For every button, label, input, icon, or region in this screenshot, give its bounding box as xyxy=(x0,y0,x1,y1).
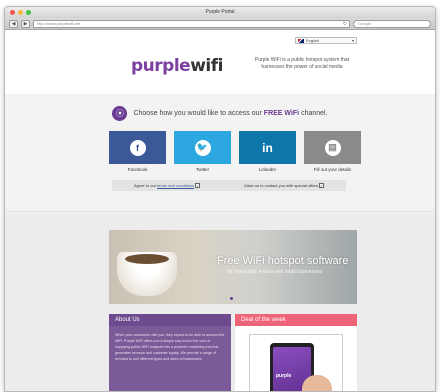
deal-image[interactable]: purple xyxy=(249,334,343,391)
coffee-image xyxy=(125,254,169,264)
hero-subtitle: for hospitality, leisure and retail busi… xyxy=(227,269,322,275)
wifi-icon: ⦿ xyxy=(112,106,128,121)
logo-purple: purple xyxy=(131,56,191,76)
title-bar: Purple Portal xyxy=(5,7,435,18)
fill-details-button[interactable]: ▤ Fill out your details xyxy=(304,131,361,172)
purplewifi-logo: purplewifi xyxy=(131,56,223,76)
facebook-label: Facebook xyxy=(127,167,148,172)
minimize-window-button[interactable] xyxy=(18,10,23,15)
linkedin-login-button[interactable]: in LinkedIn xyxy=(239,131,296,172)
linkedin-tile[interactable]: in xyxy=(239,131,296,164)
promo-area: Free WiFi hotspot software for hospitali… xyxy=(5,214,435,391)
carousel-dots xyxy=(225,297,243,300)
terms-consent: Agree to our terms and conditions ✓ xyxy=(133,182,201,189)
close-window-button[interactable] xyxy=(10,10,15,15)
tablet-logo: purple xyxy=(276,373,292,379)
window-controls xyxy=(10,10,31,15)
terms-link[interactable]: terms and conditions xyxy=(157,183,194,188)
channel-section: ⦿ Choose how you would like to access ou… xyxy=(5,94,435,212)
linkedin-label: LinkedIn xyxy=(258,167,276,172)
deal-title: Deal of the week xyxy=(235,314,357,326)
back-button[interactable]: ◀ xyxy=(9,19,18,28)
twitter-label: Twitter xyxy=(195,167,210,172)
about-body: When your customers visit you, they expe… xyxy=(109,326,231,391)
prompt-after: channel. xyxy=(301,110,328,117)
carousel-dot[interactable] xyxy=(240,297,243,300)
carousel-dot[interactable] xyxy=(235,297,238,300)
hand-image xyxy=(302,375,332,391)
language-value: English xyxy=(306,38,320,43)
consent-bar: Agree to our terms and conditions ✓ Allo… xyxy=(112,180,346,191)
page-content: English ▾ purplewifi Purple WiFi is a pu… xyxy=(5,30,435,391)
prompt-highlight: FREE WiFi xyxy=(263,110,300,117)
carousel-dot-active[interactable] xyxy=(230,297,233,300)
linkedin-icon: in xyxy=(262,140,273,155)
offers-checkbox[interactable]: ✓ xyxy=(319,183,325,189)
chevron-down-icon: ▾ xyxy=(351,38,354,43)
prompt-before: Choose how you would like to access our xyxy=(133,110,262,117)
terms-checkbox[interactable]: ✓ xyxy=(195,183,201,189)
window-title: Purple Portal xyxy=(205,9,235,15)
hero-title: Free WiFi hotspot software xyxy=(217,255,349,267)
offers-consent: Allow us to contact you with special off… xyxy=(244,182,325,189)
offers-text: Allow us to contact you with special off… xyxy=(244,182,318,188)
zoom-window-button[interactable] xyxy=(26,10,31,15)
page-header: English ▾ purplewifi Purple WiFi is a pu… xyxy=(5,30,435,94)
twitter-login-button[interactable]: 🐦 Twitter xyxy=(174,131,231,172)
form-icon: ▤ xyxy=(324,139,341,156)
facebook-tile[interactable]: f xyxy=(109,131,166,164)
social-login-options: f Facebook 🐦 Twitter in LinkedIn ▤ Fill … xyxy=(109,131,361,172)
forward-button[interactable]: ▶ xyxy=(21,19,30,28)
form-tile[interactable]: ▤ xyxy=(304,131,361,164)
about-title: About Us xyxy=(109,314,231,326)
address-text: http://www.purplewifi.net xyxy=(37,20,81,26)
facebook-icon: f xyxy=(129,139,146,156)
terms-prefix: Agree to our xyxy=(133,182,156,188)
twitter-icon: 🐦 xyxy=(194,139,211,156)
language-select[interactable]: English ▾ xyxy=(295,37,357,44)
prompt-text: Choose how you would like to access our … xyxy=(133,110,327,117)
address-bar[interactable]: http://www.purplewifi.net ↻ xyxy=(33,19,350,28)
browser-toolbar: ◀ ▶ http://www.purplewifi.net ↻ Google xyxy=(5,18,435,30)
carousel-dot[interactable] xyxy=(225,297,228,300)
uk-flag-icon xyxy=(298,39,304,43)
facebook-login-button[interactable]: f Facebook xyxy=(109,131,166,172)
logo-wifi: wifi xyxy=(190,56,223,76)
twitter-tile[interactable]: 🐦 xyxy=(174,131,231,164)
search-field[interactable]: Google xyxy=(353,19,431,28)
deal-panel: Deal of the week purple xyxy=(235,314,357,391)
browser-window: Purple Portal ◀ ▶ http://www.purplewifi.… xyxy=(4,6,436,392)
reload-icon[interactable]: ↻ xyxy=(343,21,347,27)
fill-details-label: Fill out your details xyxy=(313,167,352,172)
choose-prompt: ⦿ Choose how you would like to access ou… xyxy=(5,106,435,121)
hero-banner: Free WiFi hotspot software for hospitali… xyxy=(109,230,357,304)
tagline: Purple WiFi is a public hotspot system t… xyxy=(254,57,350,70)
about-panel: About Us When your customers visit you, … xyxy=(109,314,231,391)
